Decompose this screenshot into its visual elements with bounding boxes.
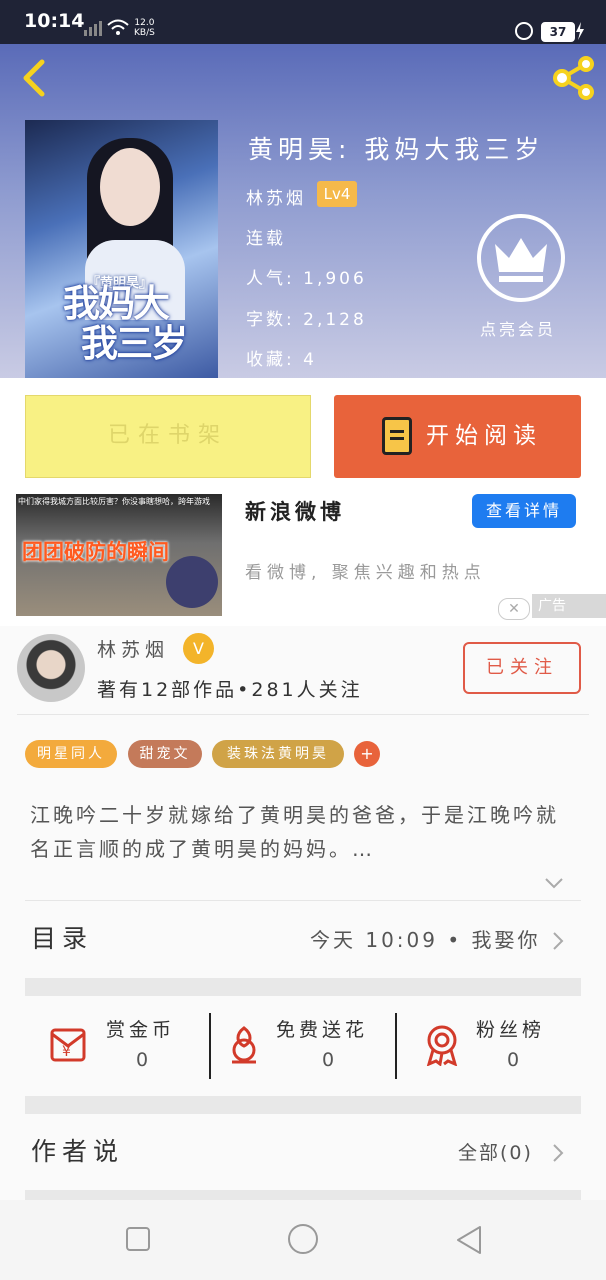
vip-label[interactable]: 点亮会员 bbox=[480, 316, 556, 340]
home-icon[interactable] bbox=[287, 1223, 319, 1255]
divider bbox=[17, 714, 589, 715]
status-bar: 10:14 12.0 KB/S 37 bbox=[0, 0, 606, 44]
back-icon[interactable] bbox=[455, 1225, 483, 1255]
on-shelf-button[interactable]: 已在书架 bbox=[25, 395, 311, 478]
start-reading-button[interactable]: 开始阅读 bbox=[334, 395, 581, 478]
vip-button[interactable] bbox=[477, 214, 565, 302]
cover-title: 我妈大 我三岁 bbox=[63, 282, 188, 365]
section-gap bbox=[25, 1096, 581, 1114]
popularity-stat: 人气: 1,906 bbox=[246, 269, 367, 289]
wifi-icon bbox=[107, 19, 129, 35]
back-arrow-icon[interactable] bbox=[16, 58, 50, 98]
add-tag-button[interactable]: + bbox=[354, 741, 380, 767]
followed-button[interactable]: 已关注 bbox=[463, 642, 581, 694]
ad-title[interactable]: 新浪微博 bbox=[245, 496, 345, 526]
avatar[interactable] bbox=[17, 634, 85, 702]
charging-icon bbox=[576, 22, 584, 40]
chevron-down-icon[interactable] bbox=[544, 876, 564, 890]
book-icon bbox=[382, 417, 412, 455]
favorites-stat: 收藏: 4 bbox=[246, 350, 317, 370]
level-badge: Lv4 bbox=[317, 181, 357, 207]
recent-apps-icon[interactable] bbox=[126, 1227, 150, 1251]
book-author[interactable]: 林苏烟 bbox=[246, 184, 306, 209]
red-envelope-icon[interactable]: ¥ bbox=[48, 1022, 92, 1066]
lock-icon bbox=[515, 22, 533, 40]
share-icon[interactable] bbox=[550, 56, 598, 100]
crown-icon bbox=[495, 238, 547, 282]
close-icon[interactable]: ✕ bbox=[498, 598, 530, 620]
reward-title[interactable]: 粉丝榜 bbox=[476, 1015, 545, 1042]
serial-status: 连载 bbox=[246, 229, 286, 249]
section-gap bbox=[25, 978, 581, 996]
divider bbox=[209, 1013, 211, 1079]
medal-icon[interactable] bbox=[420, 1022, 464, 1066]
status-time: 10:14 bbox=[24, 10, 85, 32]
battery-indicator: 37 bbox=[541, 22, 575, 42]
svg-text:¥: ¥ bbox=[62, 1044, 71, 1060]
latest-chapter[interactable]: 今天 10:09 • 我娶你 bbox=[310, 924, 541, 953]
tag-chip[interactable]: 装珠法黄明昊 bbox=[212, 740, 344, 768]
ad-description: 看微博, 聚焦兴趣和热点 bbox=[245, 563, 486, 583]
reward-count: 0 bbox=[507, 1049, 520, 1071]
signal-icon bbox=[84, 21, 102, 36]
tag-chip[interactable]: 明星同人 bbox=[25, 740, 117, 768]
section-gap bbox=[25, 1190, 581, 1200]
author-says-label[interactable]: 作者说 bbox=[31, 1132, 124, 1168]
reward-count: 0 bbox=[322, 1049, 335, 1071]
chevron-right-icon[interactable] bbox=[549, 930, 567, 952]
ad-label: 广告 bbox=[532, 594, 606, 618]
word-count-stat: 字数: 2,128 bbox=[246, 310, 367, 330]
book-title: 黄明昊: 我妈大我三岁 bbox=[248, 135, 545, 164]
synopsis[interactable]: 江晚吟二十岁就嫁给了黄明昊的爸爸，于是江晚吟就名正言顺的成了黄明昊的妈妈。… bbox=[30, 798, 570, 866]
tag-chip[interactable]: 甜宠文 bbox=[128, 740, 202, 768]
author-says-all[interactable]: 全部(0) bbox=[458, 1138, 533, 1165]
system-nav-bar bbox=[0, 1200, 606, 1280]
reward-title[interactable]: 赏金币 bbox=[106, 1015, 175, 1042]
flower-icon[interactable] bbox=[222, 1022, 266, 1066]
reward-count: 0 bbox=[136, 1049, 149, 1071]
ad-view-details-button[interactable]: 查看详情 bbox=[472, 494, 576, 528]
divider bbox=[25, 900, 581, 901]
directory-label[interactable]: 目录 bbox=[31, 919, 93, 955]
divider bbox=[395, 1013, 397, 1079]
verified-badge-icon: V bbox=[183, 633, 214, 664]
book-cover[interactable]: 『黄明昊』 我妈大 我三岁 bbox=[25, 120, 218, 378]
author-name[interactable]: 林苏烟 bbox=[97, 635, 169, 662]
reward-title[interactable]: 免费送花 bbox=[276, 1015, 368, 1042]
net-speed: 12.0 KB/S bbox=[134, 18, 155, 38]
chevron-right-icon[interactable] bbox=[549, 1142, 567, 1164]
ad-image[interactable]: 中们家得我城方面比较厉害？你没事瞎想哈，跨年游戏 团团破防的瞬间 bbox=[16, 494, 222, 616]
author-stats: 著有12部作品•281人关注 bbox=[97, 679, 363, 701]
